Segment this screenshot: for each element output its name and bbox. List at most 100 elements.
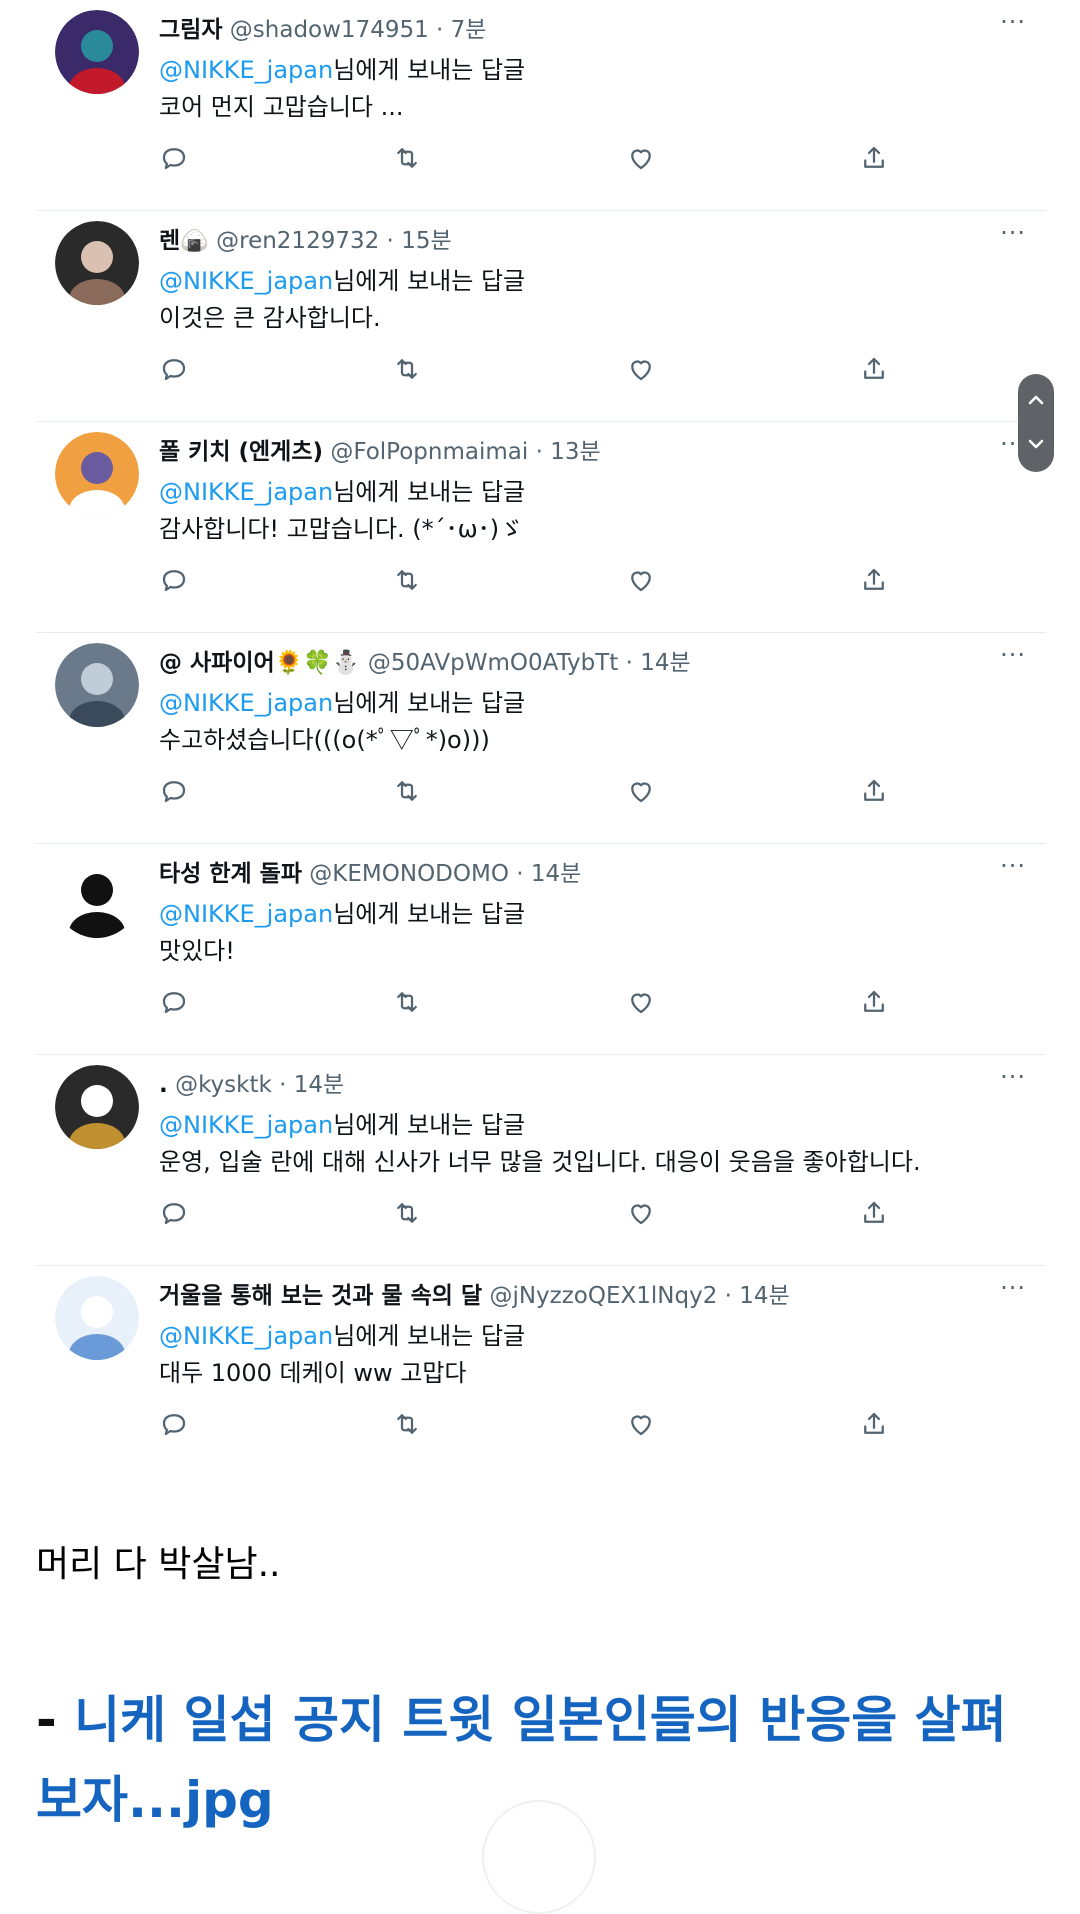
- reply-icon[interactable]: [159, 143, 189, 173]
- post-caption: 머리 다 박살남..: [36, 1544, 281, 1585]
- tweet-header: . @kysktk · 14분: [159, 1065, 344, 1099]
- meta-separator: ·: [528, 439, 551, 465]
- avatar[interactable]: [55, 643, 139, 727]
- reply-icon[interactable]: [159, 1409, 189, 1439]
- tweet-reply[interactable]: . @kysktk · 14분 ··· @NIKKE_japan님에게 보내는 답글…: [36, 1055, 1046, 1266]
- timestamp[interactable]: 13분: [550, 439, 600, 465]
- replying-to: @NIKKE_japan님에게 보내는 답글: [159, 894, 525, 929]
- user-handle[interactable]: @ren2129732: [216, 228, 379, 254]
- display-name[interactable]: 거울을 통해 보는 것과 물 속의 달: [159, 1283, 482, 1309]
- timestamp[interactable]: 14분: [739, 1283, 789, 1309]
- retweet-icon[interactable]: [392, 143, 422, 173]
- share-icon[interactable]: [859, 987, 889, 1017]
- more-options-icon[interactable]: ···: [1000, 1274, 1026, 1302]
- like-icon[interactable]: [626, 1198, 656, 1228]
- like-icon[interactable]: [626, 143, 656, 173]
- display-name[interactable]: 폴 키치 (엔게츠): [159, 439, 323, 465]
- replying-to: @NIKKE_japan님에게 보내는 답글: [159, 261, 525, 296]
- reply-icon[interactable]: [159, 354, 189, 384]
- timestamp[interactable]: 15분: [401, 228, 451, 254]
- timestamp[interactable]: 14분: [531, 861, 581, 887]
- avatar[interactable]: [55, 10, 139, 94]
- tweet-reply[interactable]: 그림자 @shadow174951 · 7분 ··· @NIKKE_japan님에게…: [36, 0, 1046, 211]
- retweet-icon[interactable]: [392, 565, 422, 595]
- retweet-icon[interactable]: [392, 1198, 422, 1228]
- chevron-down-icon[interactable]: [1024, 432, 1048, 456]
- timestamp[interactable]: 14분: [640, 650, 690, 676]
- like-icon[interactable]: [626, 1409, 656, 1439]
- avatar[interactable]: [55, 854, 139, 938]
- retweet-icon[interactable]: [392, 1409, 422, 1439]
- link-dash: -: [36, 1691, 75, 1749]
- more-options-icon[interactable]: ···: [1000, 219, 1026, 247]
- chevron-up-icon[interactable]: [1024, 388, 1048, 412]
- share-icon[interactable]: [859, 776, 889, 806]
- share-icon[interactable]: [859, 354, 889, 384]
- user-handle[interactable]: @kysktk: [175, 1072, 272, 1098]
- display-name[interactable]: .: [159, 1072, 168, 1098]
- like-icon[interactable]: [626, 987, 656, 1017]
- meta-separator: ·: [717, 1283, 740, 1309]
- tweet-header: 그림자 @shadow174951 · 7분: [159, 10, 486, 44]
- mention-link[interactable]: @NIKKE_japan: [159, 56, 333, 84]
- display-name[interactable]: 렌🍙: [159, 228, 209, 254]
- timestamp[interactable]: 7분: [451, 17, 487, 43]
- tweet-reply[interactable]: @ 사파이어🌻🍀⛄ @50AVpWmO0ATybTt · 14분 ··· @NIKK…: [36, 633, 1046, 844]
- user-handle[interactable]: @shadow174951: [230, 17, 429, 43]
- share-icon[interactable]: [859, 1198, 889, 1228]
- meta-separator: ·: [379, 228, 402, 254]
- scroll-widget[interactable]: [1018, 374, 1054, 472]
- user-handle[interactable]: @KEMONODOMO: [309, 861, 509, 887]
- user-handle[interactable]: @FolPopnmaimai: [330, 439, 528, 465]
- reply-icon[interactable]: [159, 776, 189, 806]
- reply-icon[interactable]: [159, 987, 189, 1017]
- tweet-text: 운영, 입술 란에 대해 신사가 너무 많을 것입니다. 대응이 웃음을 좋아합…: [159, 1148, 921, 1176]
- tweet-header: 렌🍙 @ren2129732 · 15분: [159, 221, 452, 255]
- avatar[interactable]: [55, 221, 139, 305]
- like-icon[interactable]: [626, 776, 656, 806]
- tweet-header: 폴 키치 (엔게츠) @FolPopnmaimai · 13분: [159, 432, 601, 466]
- display-name[interactable]: 그림자: [159, 17, 222, 43]
- retweet-icon[interactable]: [392, 354, 422, 384]
- share-icon[interactable]: [859, 565, 889, 595]
- share-icon[interactable]: [859, 143, 889, 173]
- replying-to: @NIKKE_japan님에게 보내는 답글: [159, 50, 525, 85]
- user-handle[interactable]: @jNyzzoQEX1lNqy2: [489, 1283, 717, 1309]
- floating-button[interactable]: [482, 1800, 596, 1914]
- like-icon[interactable]: [626, 354, 656, 384]
- retweet-icon[interactable]: [392, 776, 422, 806]
- mention-link[interactable]: @NIKKE_japan: [159, 900, 333, 928]
- more-options-icon[interactable]: ···: [1000, 852, 1026, 880]
- tweet-reply[interactable]: 렌🍙 @ren2129732 · 15분 ··· @NIKKE_japan님에게 보…: [36, 211, 1046, 422]
- timestamp[interactable]: 14분: [294, 1072, 344, 1098]
- tweet-reply[interactable]: 거울을 통해 보는 것과 물 속의 달 @jNyzzoQEX1lNqy2 · 1…: [36, 1266, 1046, 1476]
- tweet-reply[interactable]: 타성 한계 돌파 @KEMONODOMO · 14분 ··· @NIKKE_japa…: [36, 844, 1046, 1055]
- tweet-text: 코어 먼지 고맙습니다 ...: [159, 93, 404, 121]
- tweet-header: 타성 한계 돌파 @KEMONODOMO · 14분: [159, 854, 581, 888]
- more-options-icon[interactable]: ···: [1000, 1063, 1026, 1091]
- mention-link[interactable]: @NIKKE_japan: [159, 689, 333, 717]
- replying-to: @NIKKE_japan님에게 보내는 답글: [159, 1105, 525, 1140]
- user-handle[interactable]: @50AVpWmO0ATybTt: [368, 650, 618, 676]
- reply-icon[interactable]: [159, 1198, 189, 1228]
- mention-link[interactable]: @NIKKE_japan: [159, 478, 333, 506]
- mention-link[interactable]: @NIKKE_japan: [159, 267, 333, 295]
- retweet-icon[interactable]: [392, 987, 422, 1017]
- like-icon[interactable]: [626, 565, 656, 595]
- tweet-text: 이것은 큰 감사합니다.: [159, 304, 381, 332]
- avatar[interactable]: [55, 1065, 139, 1149]
- avatar[interactable]: [55, 432, 139, 516]
- display-name[interactable]: 타성 한계 돌파: [159, 861, 302, 887]
- share-icon[interactable]: [859, 1409, 889, 1439]
- tweet-reply[interactable]: 폴 키치 (엔게츠) @FolPopnmaimai · 13분 ··· @NIKKE…: [36, 422, 1046, 633]
- meta-separator: ·: [428, 17, 451, 43]
- more-options-icon[interactable]: ···: [1000, 8, 1026, 36]
- more-options-icon[interactable]: ···: [1000, 641, 1026, 669]
- reply-icon[interactable]: [159, 565, 189, 595]
- reply-prefix: 님에게 보내는 답글: [333, 900, 526, 928]
- display-name[interactable]: @ 사파이어🌻🍀⛄: [159, 650, 361, 676]
- mention-link[interactable]: @NIKKE_japan: [159, 1111, 333, 1139]
- mention-link[interactable]: @NIKKE_japan: [159, 1322, 333, 1350]
- avatar[interactable]: [55, 1276, 139, 1360]
- tweet-text: 맛있다!: [159, 937, 235, 965]
